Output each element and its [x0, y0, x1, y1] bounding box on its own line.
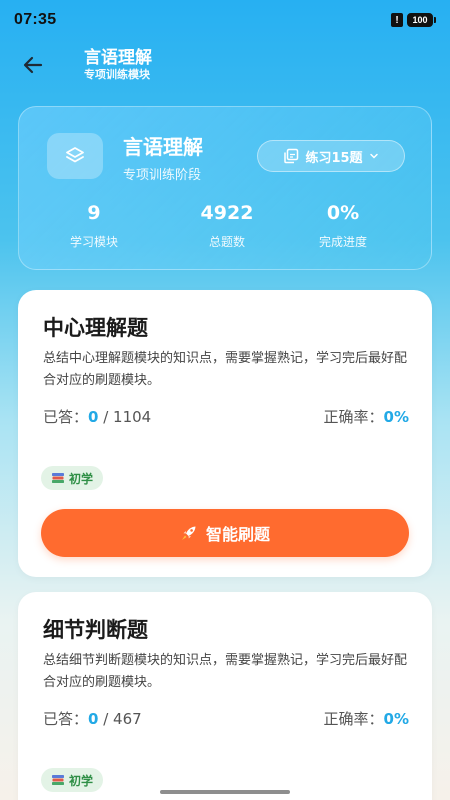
progress-row: 已答：0 / 467 正确率：0%: [43, 708, 409, 729]
topic-card-central-idea[interactable]: 中心理解题 总结中心理解题模块的知识点，需要掌握熟记，学习完后最好配合对应的刷题…: [18, 290, 432, 577]
page-subtitle: 专项训练模块: [84, 68, 150, 81]
answered-label: 已答：: [43, 710, 89, 728]
layers-icon: [66, 147, 84, 163]
progress-row: 已答：0 / 1104 正确率：0%: [43, 406, 409, 427]
stat-value: 9: [87, 202, 101, 224]
topic-description: 总结细节判断题模块的知识点，需要掌握熟记，学习完后最好配合对应的刷题模块。: [43, 653, 408, 690]
rocket-icon: [181, 526, 196, 540]
answered-separator: /: [98, 408, 114, 426]
stat-label: 总题数: [208, 235, 245, 249]
level-label: 初学: [69, 773, 94, 788]
topic-card-detail-judgment[interactable]: 细节判断题 总结细节判断题模块的知识点，需要掌握熟记，学习完后最好配合对应的刷题…: [18, 592, 432, 800]
module-icon-box: [47, 133, 103, 179]
stat-label: 学习模块: [69, 235, 118, 249]
alert-icon: !: [391, 13, 403, 27]
topic-title: 中心理解题: [43, 316, 148, 340]
level-label: 初学: [69, 471, 94, 486]
stat-modules: 9 学习模块: [19, 201, 169, 250]
summary-card: 言语理解 专项训练阶段 练习15题 9 学习模块 4922 总题数 0% 完成进…: [18, 106, 432, 270]
home-indicator[interactable]: [160, 790, 290, 794]
accuracy: 正确率：0%: [324, 406, 409, 427]
accuracy-value: 0%: [383, 408, 409, 426]
accuracy-value: 0%: [383, 710, 409, 728]
level-badge: 初学: [41, 768, 104, 792]
status-time: 07:35: [14, 11, 57, 28]
answered-count: 已答：0 / 467: [43, 708, 142, 729]
stat-value: 0%: [326, 202, 360, 224]
practice-selector[interactable]: 练习15题: [257, 140, 405, 172]
answered-total: 1104: [113, 408, 152, 426]
stat-value: 4922: [200, 202, 254, 224]
accuracy: 正确率：0%: [324, 708, 409, 729]
battery-tip: [434, 17, 436, 23]
chevron-down-icon: [369, 153, 378, 159]
status-icons: ! 100: [391, 13, 436, 27]
smart-practice-label: 智能刷题: [205, 525, 270, 544]
accuracy-label: 正确率：: [323, 710, 384, 728]
accuracy-label: 正确率：: [323, 408, 384, 426]
answered-value: 0: [88, 408, 99, 426]
copy-icon: [284, 148, 299, 164]
battery-level: 100: [407, 13, 433, 27]
status-bar: 07:35 ! 100: [0, 0, 450, 40]
books-icon: [52, 775, 64, 785]
summary-stage: 专项训练阶段: [123, 168, 202, 183]
topic-title: 细节判断题: [43, 618, 148, 642]
books-icon: [52, 473, 64, 483]
battery-icon: 100: [407, 13, 436, 27]
stat-total-questions: 4922 总题数: [169, 201, 285, 250]
summary-title: 言语理解: [123, 135, 203, 159]
answered-count: 已答：0 / 1104: [43, 406, 151, 427]
back-button[interactable]: [11, 43, 55, 87]
stat-progress: 0% 完成进度: [285, 201, 401, 250]
header-titles: 言语理解 专项训练模块: [84, 48, 152, 82]
page-title: 言语理解: [84, 48, 152, 68]
answered-value: 0: [88, 710, 99, 728]
stat-label: 完成进度: [318, 235, 367, 249]
answered-total: 467: [113, 710, 142, 728]
practice-label: 练习15题: [305, 150, 363, 166]
answered-label: 已答：: [43, 408, 89, 426]
level-badge: 初学: [41, 466, 104, 490]
smart-practice-button[interactable]: 智能刷题: [41, 509, 409, 557]
stats-row: 9 学习模块 4922 总题数 0% 完成进度: [19, 201, 433, 250]
arrow-left-icon: [23, 56, 43, 74]
topic-description: 总结中心理解题模块的知识点，需要掌握熟记，学习完后最好配合对应的刷题模块。: [43, 351, 408, 388]
header: 言语理解 专项训练模块: [0, 40, 450, 90]
answered-separator: /: [98, 710, 114, 728]
